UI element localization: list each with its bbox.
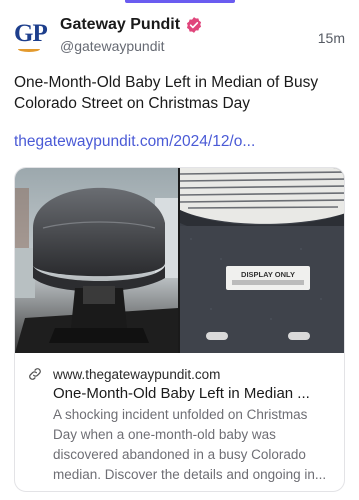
card-body: www.thegatewaypundit.com One-Month-Old B… (15, 353, 344, 485)
author-info: Gateway Pundit @gatewaypundit (60, 14, 318, 54)
card-domain-row: www.thegatewaypundit.com (27, 365, 332, 383)
verified-badge-icon (186, 17, 202, 33)
timestamp: 15m (317, 30, 345, 46)
post-header: GP Gateway Pundit @gatewaypundit 15m (14, 14, 345, 60)
link-icon (29, 368, 41, 380)
card-description: A shocking incident unfolded on Christma… (53, 407, 327, 482)
display-name-row: Gateway Pundit (60, 14, 318, 36)
post-link[interactable]: thegatewaypundit.com/2024/12/o... (14, 133, 255, 151)
post-text: One-Month-Old Baby Left in Median of Bus… (14, 74, 319, 112)
display-name[interactable]: Gateway Pundit (60, 16, 180, 34)
display-only-tag: DISPLAY ONLY (241, 270, 295, 279)
car-seat-photo (15, 168, 178, 353)
card-image[interactable]: DISPLAY ONLY (15, 168, 344, 353)
top-indicator (125, 0, 235, 3)
car-seat-interior-photo: DISPLAY ONLY (178, 168, 344, 353)
avatar-logo-text: GP (14, 20, 48, 47)
avatar-swoosh (18, 46, 40, 52)
card-title[interactable]: One-Month-Old Baby Left in Median ... (53, 385, 332, 402)
handle[interactable]: @gatewaypundit (60, 38, 318, 54)
link-preview-card[interactable]: DISPLAY ONLY www.thegatewaypundit.com On… (14, 167, 345, 492)
avatar[interactable]: GP (14, 20, 50, 56)
card-domain: www.thegatewaypundit.com (53, 366, 221, 382)
